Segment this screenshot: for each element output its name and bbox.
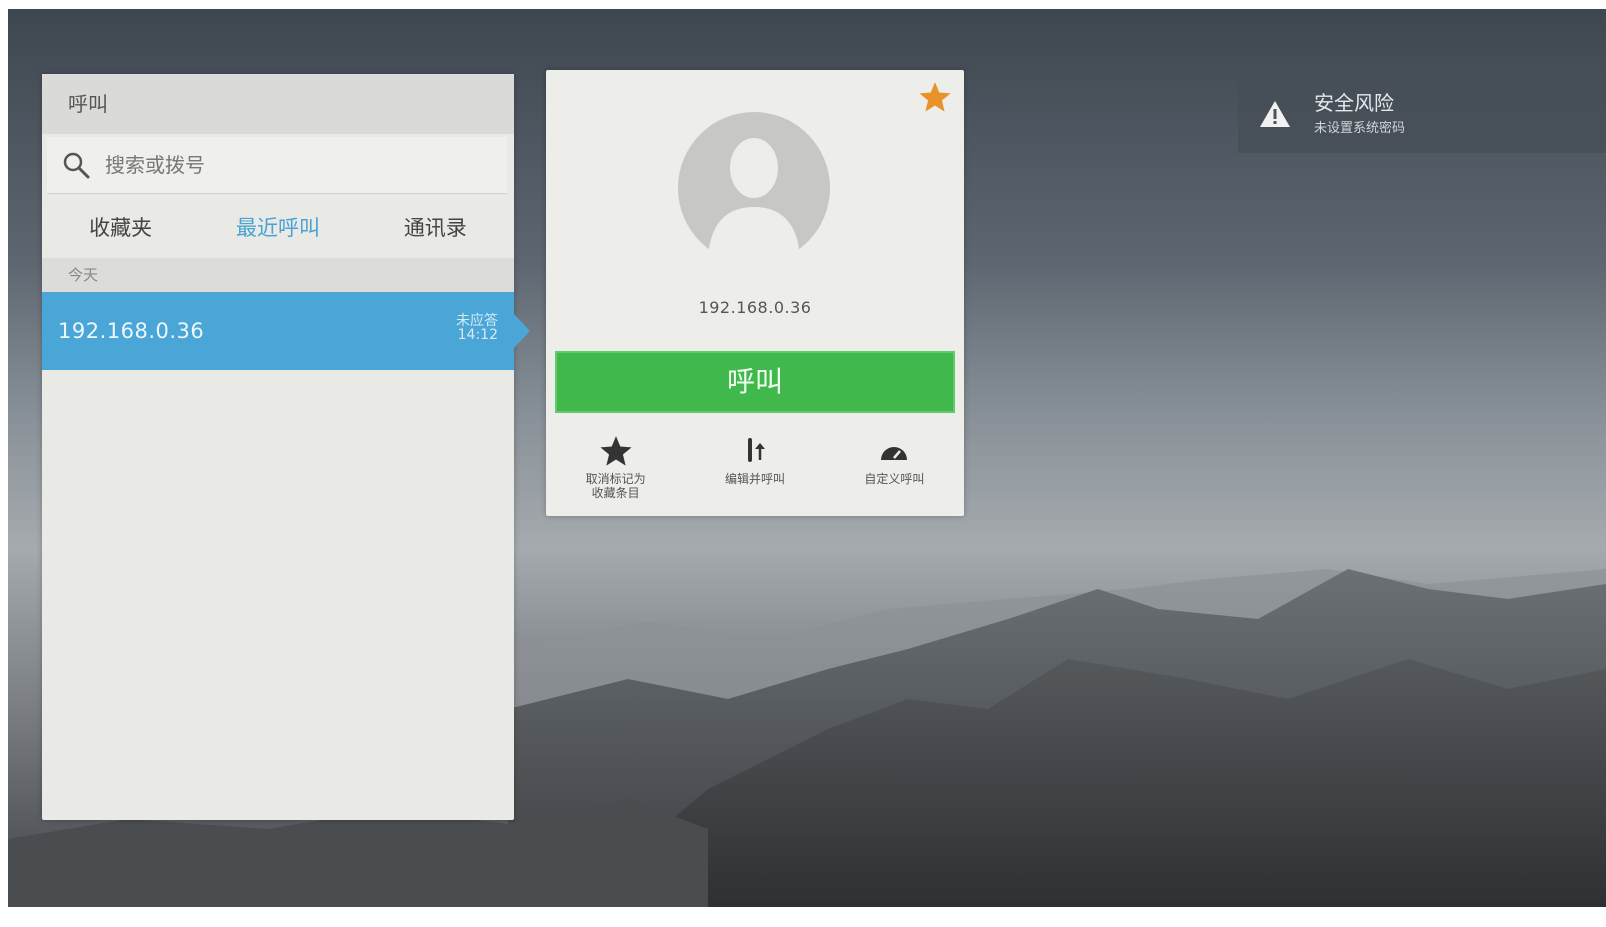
edit-and-call-label: 编辑并呼叫 <box>724 472 785 486</box>
search-input[interactable] <box>103 152 487 178</box>
edit-and-call-button[interactable]: 编辑并呼叫 <box>685 434 824 510</box>
search-box[interactable] <box>47 137 507 194</box>
call-tabs: 收藏夹 最近呼叫 通讯录 <box>42 200 514 256</box>
screen: 呼叫 收藏夹 最近呼叫 通讯录 今天 192.168.0.36 未应答 14:1… <box>8 9 1606 907</box>
unfavorite-label-line1: 取消标记为 <box>585 472 646 486</box>
unfavorite-label-line2: 收藏条目 <box>591 486 640 500</box>
tab-recent-calls[interactable]: 最近呼叫 <box>199 200 356 256</box>
unfavorite-button[interactable]: 取消标记为 收藏条目 <box>546 434 685 510</box>
recent-call-time: 14:12 <box>457 327 498 343</box>
avatar <box>678 112 830 264</box>
contact-detail-card: 192.168.0.36 呼叫 取消标记为 收藏条目 编辑并呼叫 自定义呼叫 <box>546 70 964 516</box>
recent-call-status: 未应答 14:12 <box>456 314 498 342</box>
selection-arrow <box>514 314 530 348</box>
security-notice-title: 安全风险 <box>1314 91 1394 115</box>
favorite-star-icon[interactable] <box>918 80 952 114</box>
recent-call-address: 192.168.0.36 <box>58 319 205 343</box>
custom-call-label: 自定义呼叫 <box>864 472 925 486</box>
custom-call-button[interactable]: 自定义呼叫 <box>825 434 964 510</box>
call-button[interactable]: 呼叫 <box>555 351 955 413</box>
section-label-today: 今天 <box>42 258 514 292</box>
search-icon <box>63 152 90 179</box>
call-panel: 呼叫 收藏夹 最近呼叫 通讯录 今天 192.168.0.36 未应答 14:1… <box>42 74 530 820</box>
warning-icon <box>1260 101 1290 127</box>
tab-directory[interactable]: 通讯录 <box>357 200 514 256</box>
panel-title: 呼叫 <box>42 74 514 134</box>
tab-favorites[interactable]: 收藏夹 <box>42 200 199 256</box>
custom-call-icon <box>881 447 908 460</box>
star-icon <box>600 436 632 466</box>
action-bar: 取消标记为 收藏条目 编辑并呼叫 自定义呼叫 <box>546 434 964 510</box>
security-notice-subtitle: 未设置系统密码 <box>1314 121 1406 136</box>
recent-call-row[interactable]: 192.168.0.36 未应答 14:12 <box>42 292 530 370</box>
recent-call-status-text: 未应答 <box>456 313 498 329</box>
edit-call-icon <box>747 438 765 462</box>
security-notice[interactable]: 安全风险 未设置系统密码 <box>1238 77 1606 153</box>
contact-address: 192.168.0.36 <box>698 298 812 317</box>
